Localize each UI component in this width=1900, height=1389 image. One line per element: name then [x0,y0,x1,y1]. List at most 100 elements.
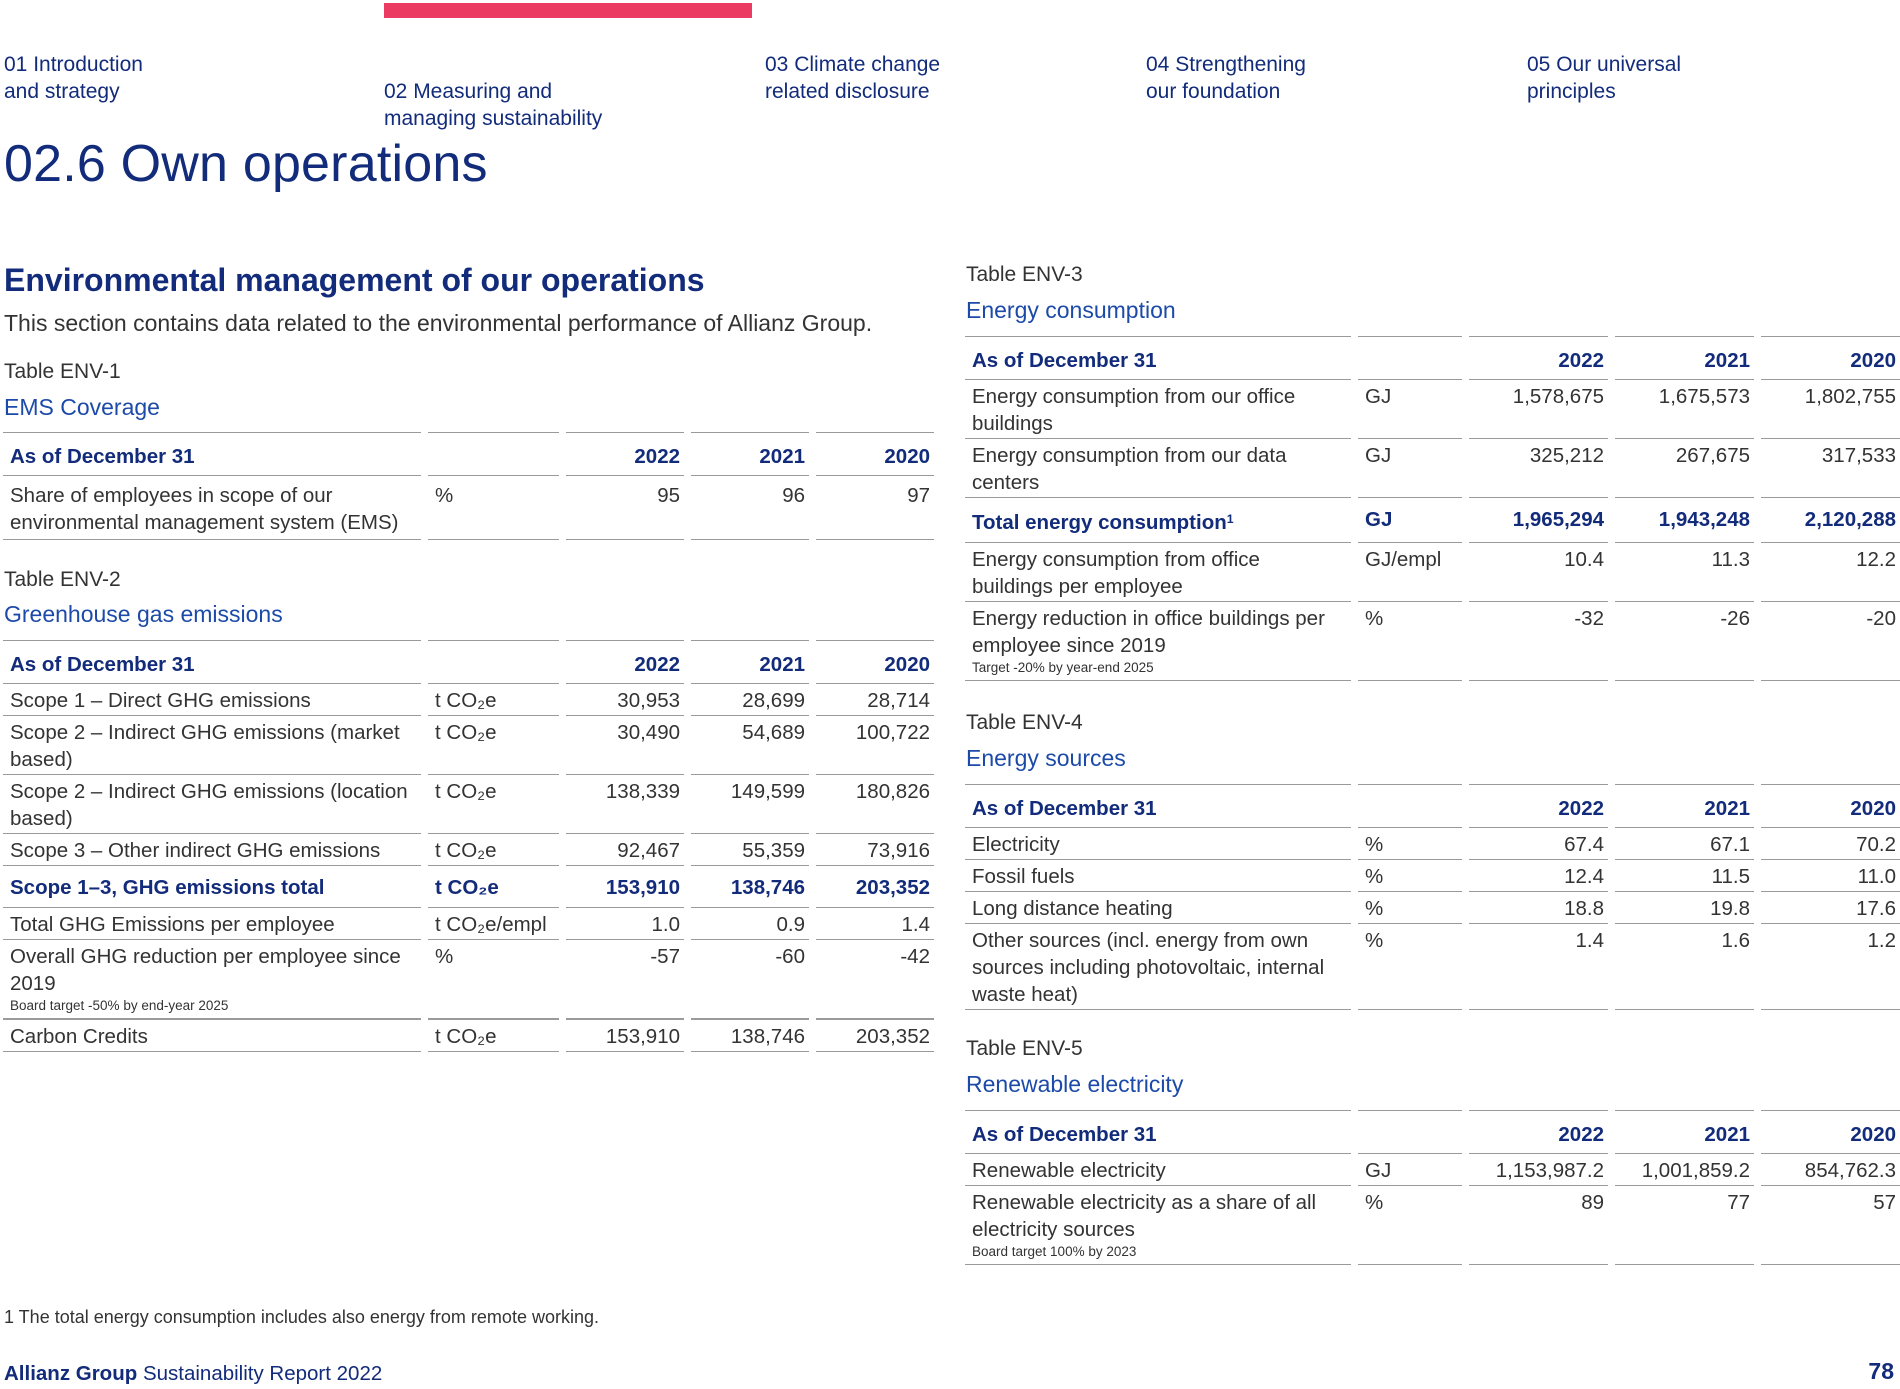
nav-item-label: 04 Strengthening our foundation [1146,53,1306,103]
value-2022: 95 [566,476,684,540]
value-2020: 11.0 [1761,860,1900,892]
table-env4-title: Energy sources [966,745,1126,771]
table-row: Share of employees in scope of our envir… [3,476,934,540]
header-2021: 2021 [691,432,809,476]
value-2022: -32 [1469,602,1608,682]
row-label: Fossil fuels [965,860,1351,892]
value-2022: 12.4 [1469,860,1608,892]
header-as-of: As of December 31 [965,784,1351,828]
header-as-of: As of December 31 [3,640,421,684]
table-env2: As of December 31 2022 2021 2020 Scope 1… [0,640,941,1052]
header-2022: 2022 [1469,336,1608,380]
nav-item-climate-change[interactable]: 03 Climate change related disclosure [765,24,1095,132]
header-2022: 2022 [1469,784,1608,828]
row-unit: t CO₂e [428,866,559,908]
row-unit: GJ [1358,498,1462,544]
row-unit: t CO₂e [428,716,559,775]
table-row: Renewable electricity as a share of all … [965,1186,1900,1265]
nav-item-strengthening[interactable]: 04 Strengthening our foundation [1146,24,1476,132]
row-unit: GJ [1358,439,1462,498]
row-label-cell: Renewable electricity as a share of all … [965,1186,1351,1265]
table-env2-label: Table ENV-2 [4,568,121,591]
row-label: Scope 2 – Indirect GHG emissions (market… [3,716,421,775]
table-env2-title: Greenhouse gas emissions [4,601,283,627]
row-label-cell: Total energy consumption1 [965,498,1351,544]
value-2021: 1,943,248 [1615,498,1754,544]
table-row: Overall GHG reduction per employee since… [3,940,934,1019]
value-2021: 138,746 [691,1019,809,1052]
value-2020: 1.2 [1761,924,1900,1010]
value-2021: -60 [691,940,809,1019]
row-unit: % [1358,924,1462,1010]
value-2022: 89 [1469,1186,1608,1265]
row-label: Energy reduction in office buildings per… [972,607,1325,658]
header-2021: 2021 [1615,336,1754,380]
table-row: Long distance heating % 18.8 19.8 17.6 [965,892,1900,924]
row-label: Energy consumption from our data centers [965,439,1351,498]
table-env4-label: Table ENV-4 [966,711,1083,734]
table-env4: As of December 31 2022 2021 2020 Electri… [958,784,1900,1010]
table-header-row: As of December 31 2022 2021 2020 [965,336,1900,380]
table-row: Energy reduction in office buildings per… [965,602,1900,682]
row-label-cell: Overall GHG reduction per employee since… [3,940,421,1019]
table-row: Carbon Credits t CO₂e 153,910 138,746 20… [3,1019,934,1052]
value-2020: 12.2 [1761,543,1900,603]
row-label: Electricity [965,828,1351,860]
value-2021: 11.5 [1615,860,1754,892]
footer-title: Sustainability Report 2022 [137,1362,383,1385]
value-2021: 11.3 [1615,543,1754,603]
value-2021: 0.9 [691,908,809,940]
value-2020: 180,826 [816,775,934,834]
row-label: Renewable electricity as a share of all … [972,1191,1317,1241]
header-2020: 2020 [1761,784,1900,828]
row-unit: % [1358,602,1462,682]
value-2022: 10.4 [1469,543,1608,603]
table-header-row: As of December 31 2022 2021 2020 [965,1110,1900,1154]
row-note: Board target -50% by end-year 2025 [10,998,229,1013]
value-2020: 203,352 [816,1019,934,1052]
table-row-total: Total energy consumption1 GJ 1,965,294 1… [965,498,1900,544]
header-2021: 2021 [1615,784,1754,828]
section-heading: Environmental management of our operatio… [4,262,705,298]
row-unit: GJ [1358,380,1462,439]
nav-item-principles[interactable]: 05 Our universal principles [1527,24,1857,132]
value-2021: 19.8 [1615,892,1754,924]
row-label: Scope 1 – Direct GHG emissions [3,684,421,716]
row-label: Renewable electricity [965,1154,1351,1186]
row-unit: % [1358,892,1462,924]
value-2020: 1,802,755 [1761,380,1900,439]
table-env5-label: Table ENV-5 [966,1037,1083,1060]
row-unit: % [1358,1186,1462,1265]
header-unit [428,640,559,684]
row-label: Total energy consumption [972,511,1227,535]
value-2020: 2,120,288 [1761,498,1900,544]
header-2020: 2020 [816,432,934,476]
value-2020: 100,722 [816,716,934,775]
footer-brand: Allianz Group [4,1362,138,1385]
row-unit: t CO₂e [428,834,559,866]
table-row: Scope 2 – Indirect GHG emissions (locati… [3,775,934,834]
value-2022: 153,910 [566,1019,684,1052]
header-as-of: As of December 31 [965,336,1351,380]
row-unit: GJ/empl [1358,543,1462,603]
row-label: Total GHG Emissions per employee [3,908,421,940]
row-label: Carbon Credits [3,1019,421,1052]
header-2021: 2021 [1615,1110,1754,1154]
value-2022: 138,339 [566,775,684,834]
row-label: Scope 2 – Indirect GHG emissions (locati… [3,775,421,834]
value-2020: 1.4 [816,908,934,940]
row-unit: GJ [1358,1154,1462,1186]
table-row: Energy consumption from our data centers… [965,439,1900,498]
row-unit: t CO₂e [428,1019,559,1052]
nav-item-introduction[interactable]: 01 Introduction and strategy [4,24,334,132]
header-2020: 2020 [1761,1110,1900,1154]
row-unit: % [1358,860,1462,892]
row-label: Overall GHG reduction per employee since… [10,945,401,995]
table-env3-title: Energy consumption [966,297,1176,323]
footnote: 1 The total energy consumption includes … [4,1307,599,1327]
row-label: Scope 1–3, GHG emissions total [3,866,421,908]
page-title: 02.6 Own operations [4,135,488,193]
table-env5: As of December 31 2022 2021 2020 Renewab… [958,1110,1900,1265]
table-env1-title: EMS Coverage [4,394,160,420]
header-unit [1358,1110,1462,1154]
